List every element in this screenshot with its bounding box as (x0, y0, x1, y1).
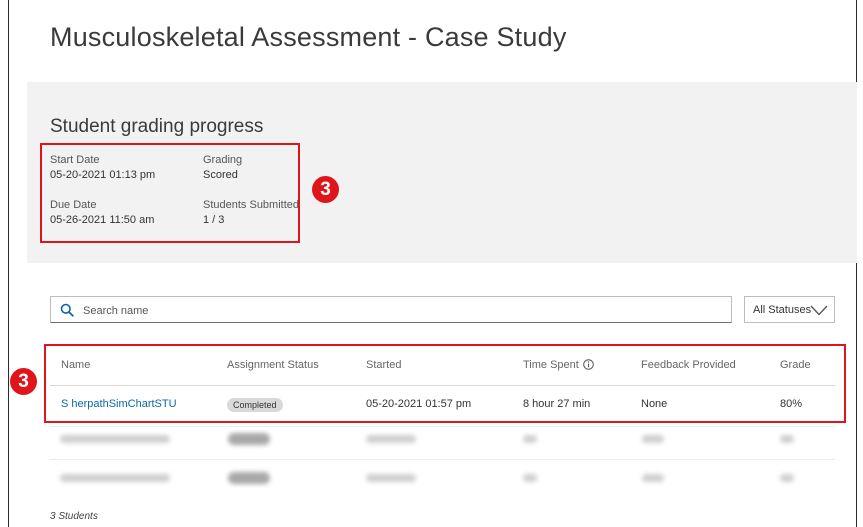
search-input[interactable] (81, 301, 685, 321)
search-icon (60, 303, 74, 317)
summary-highlight-box (40, 143, 300, 243)
chevron-down-icon (810, 305, 828, 316)
search-box[interactable] (50, 296, 732, 323)
blurred-table-row (50, 429, 835, 449)
row-divider (50, 459, 835, 460)
status-filter-value: All Statuses (753, 304, 812, 316)
page-title: Musculoskeletal Assessment - Case Study (50, 22, 567, 52)
callout-marker-summary: 3 (312, 176, 339, 203)
callout-marker-table: 3 (10, 368, 37, 395)
status-filter-select[interactable]: All Statuses (744, 296, 835, 323)
table-highlight-box (44, 344, 846, 423)
row-divider (50, 426, 835, 427)
students-count: 3 Students (50, 511, 98, 522)
summary-heading: Student grading progress (50, 116, 264, 137)
blurred-table-row (50, 468, 835, 488)
